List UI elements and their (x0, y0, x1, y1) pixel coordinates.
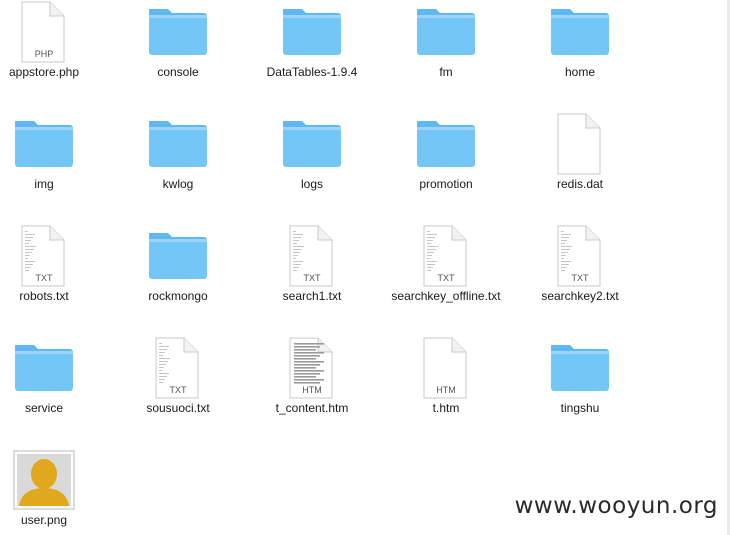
file-name-label: t.htm (432, 401, 460, 415)
file-item-home[interactable]: home (518, 1, 642, 107)
file-item-robots-txt[interactable]: TXT robots.txt (0, 225, 106, 331)
folder-icon (116, 113, 240, 175)
document-icon: PHP (0, 1, 106, 63)
file-item-searchkey-offline-txt[interactable]: TXT searchkey_offline.txt (384, 225, 508, 331)
folder-icon (116, 1, 240, 63)
file-item-search1-txt[interactable]: TXT search1.txt (250, 225, 374, 331)
file-item-redis-dat[interactable]: redis.dat (518, 113, 642, 219)
svg-text:TXT: TXT (304, 273, 322, 283)
file-name-label: tingshu (560, 401, 600, 415)
file-item-logs[interactable]: logs (250, 113, 374, 219)
file-item-user-png[interactable]: user.png (0, 449, 106, 535)
folder-icon (250, 1, 374, 63)
folder-icon (518, 1, 642, 63)
file-item-t-content-htm[interactable]: HTM t_content.htm (250, 337, 374, 443)
file-name-label: redis.dat (556, 177, 604, 191)
document-icon (518, 113, 642, 175)
document-icon: TXT (250, 225, 374, 287)
folder-icon (518, 337, 642, 399)
file-name-label: home (564, 65, 596, 79)
folder-icon (0, 337, 106, 399)
folder-icon (116, 225, 240, 287)
svg-text:TXT: TXT (572, 273, 590, 283)
file-item-kwlog[interactable]: kwlog (116, 113, 240, 219)
document-icon: TXT (116, 337, 240, 399)
finder-icon-view: PHP appstore.php console DataTables-1.9.… (0, 0, 730, 535)
file-name-label: rockmongo (148, 289, 208, 303)
file-item-rockmongo[interactable]: rockmongo (116, 225, 240, 331)
svg-text:TXT: TXT (438, 273, 456, 283)
file-item-fm[interactable]: fm (384, 1, 508, 107)
file-item-console[interactable]: console (116, 1, 240, 107)
watermark: www.wooyun.org (512, 493, 720, 519)
document-icon: HTM (250, 337, 374, 399)
file-name-label: robots.txt (19, 289, 69, 303)
file-item-tingshu[interactable]: tingshu (518, 337, 642, 443)
file-name-label: kwlog (162, 177, 194, 191)
file-name-label: user.png (20, 513, 68, 527)
file-name-label: search1.txt (282, 289, 342, 303)
document-icon: TXT (384, 225, 508, 287)
file-name-label: img (34, 177, 54, 191)
file-name-label: promotion (419, 177, 473, 191)
file-name-label: appstore.php (8, 65, 80, 79)
file-item-img[interactable]: img (0, 113, 106, 219)
file-item-t-htm[interactable]: HTM t.htm (384, 337, 508, 443)
file-item-sousuoci-txt[interactable]: TXT sousuoci.txt (116, 337, 240, 443)
folder-icon (0, 113, 106, 175)
file-name-label: t_content.htm (275, 401, 349, 415)
document-icon: HTM (384, 337, 508, 399)
folder-icon (250, 113, 374, 175)
svg-text:TXT: TXT (36, 273, 54, 283)
image-thumbnail-icon (0, 449, 106, 511)
svg-text:HTM: HTM (436, 385, 456, 395)
svg-text:HTM: HTM (302, 385, 322, 395)
file-name-label: sousuoci.txt (146, 401, 210, 415)
document-icon: TXT (518, 225, 642, 287)
file-name-label: logs (300, 177, 323, 191)
file-name-label: fm (439, 65, 453, 79)
file-item-service[interactable]: service (0, 337, 106, 443)
file-item-datatables-1-9-4[interactable]: DataTables-1.9.4 (250, 1, 374, 107)
file-name-label: console (157, 65, 199, 79)
document-icon: TXT (0, 225, 106, 287)
file-name-label: searchkey2.txt (541, 289, 619, 303)
folder-icon (384, 1, 508, 63)
file-name-label: service (24, 401, 63, 415)
file-name-label: searchkey_offline.txt (391, 289, 501, 303)
svg-text:TXT: TXT (170, 385, 188, 395)
file-item-appstore-php[interactable]: PHP appstore.php (0, 1, 106, 107)
folder-icon (384, 113, 508, 175)
file-item-searchkey2-txt[interactable]: TXT searchkey2.txt (518, 225, 642, 331)
file-name-label: DataTables-1.9.4 (266, 65, 358, 79)
file-item-promotion[interactable]: promotion (384, 113, 508, 219)
svg-text:PHP: PHP (35, 49, 54, 59)
